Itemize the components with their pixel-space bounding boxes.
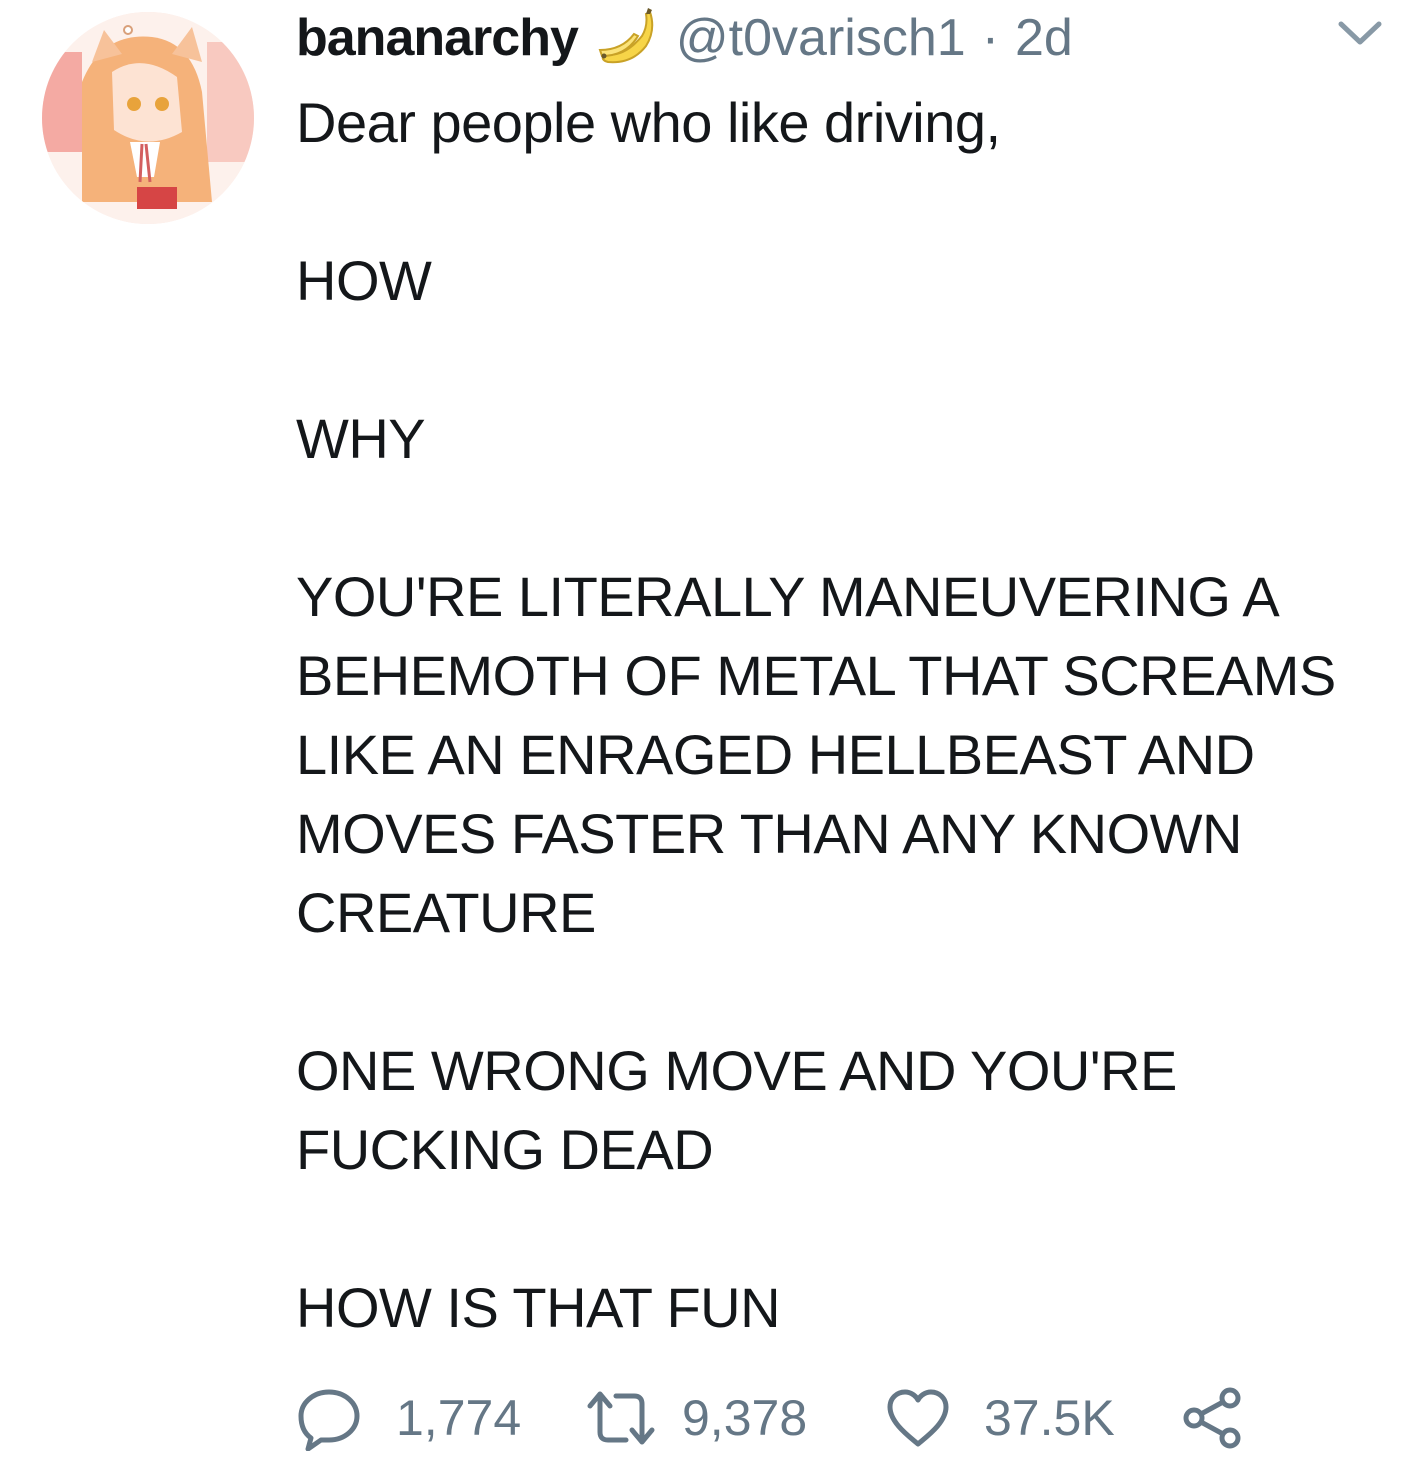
like-count: 37.5K <box>984 1390 1115 1446</box>
tweet-line: WHY <box>296 407 426 470</box>
tweet-line: HOW IS THAT FUN <box>296 1276 781 1339</box>
avatar[interactable] <box>42 12 254 224</box>
tweet-line: HOW <box>296 249 432 312</box>
chevron-down-icon[interactable] <box>1337 18 1383 48</box>
display-name[interactable]: bananarchy <box>296 8 579 68</box>
share-icon <box>1183 1387 1241 1449</box>
tweet-line: MOVES FASTER THAN ANY KNOWN <box>296 802 1242 865</box>
tweet-header: bananarchy @t0varisch1 · 2d <box>296 6 1073 70</box>
reply-count: 1,774 <box>396 1390 522 1446</box>
tweet-line: LIKE AN ENRAGED HELLBEAST AND <box>296 723 1255 786</box>
tweet-text: Dear people who like driving, HOW WHY YO… <box>296 83 1376 1347</box>
user-handle[interactable]: @t0varisch1 <box>676 8 966 68</box>
separator-dot: · <box>981 9 1000 67</box>
like-button[interactable]: 37.5K <box>886 1378 1115 1458</box>
retweet-icon <box>587 1391 655 1445</box>
tweet-line: CREATURE <box>296 881 596 944</box>
tweet-actions: 1,774 9,378 37.5K <box>296 1378 1296 1458</box>
banana-icon <box>594 6 660 70</box>
tweet-line: YOU'RE LITERALLY MANEUVERING A <box>296 565 1280 628</box>
tweet-line: BEHEMOTH OF METAL THAT SCREAMS <box>296 644 1336 707</box>
timestamp[interactable]: 2d <box>1015 8 1073 68</box>
retweet-count: 9,378 <box>682 1390 808 1446</box>
heart-icon <box>887 1389 949 1447</box>
tweet-line: ONE WRONG MOVE AND YOU'RE <box>296 1039 1177 1102</box>
tweet-line: Dear people who like driving, <box>296 91 1001 154</box>
retweet-button[interactable]: 9,378 <box>586 1378 807 1458</box>
share-button[interactable] <box>1182 1378 1244 1458</box>
tweet-line: FUCKING DEAD <box>296 1118 714 1181</box>
reply-button[interactable]: 1,774 <box>296 1378 521 1458</box>
reply-icon <box>298 1389 360 1451</box>
